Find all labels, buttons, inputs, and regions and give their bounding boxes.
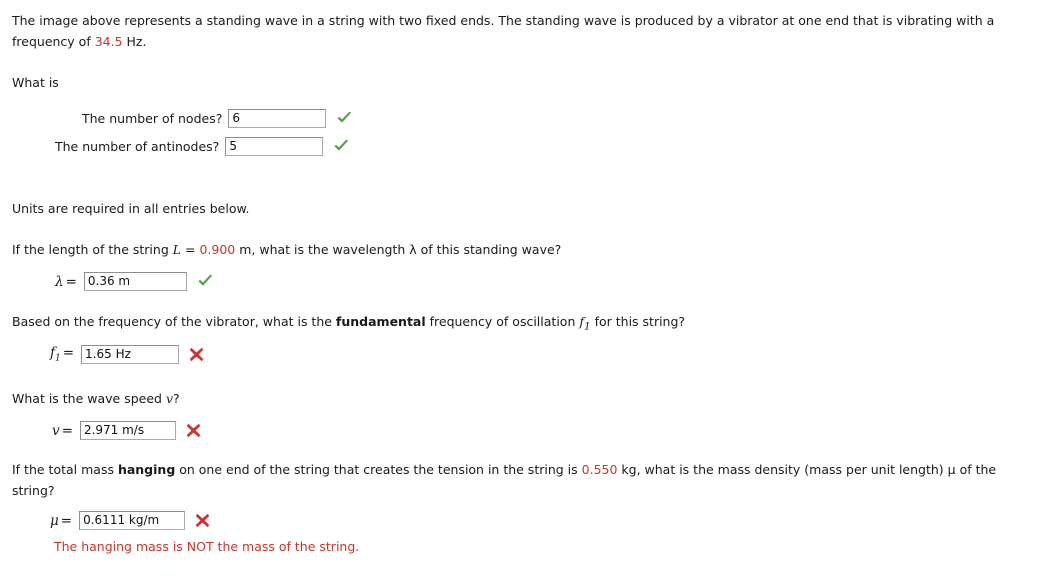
antinodes-input[interactable] xyxy=(225,137,324,156)
mass-density-incorrect-icon xyxy=(195,513,210,528)
wavelength-prompt-part2: m, what is the wavelength λ of this stan… xyxy=(235,242,562,257)
wave-speed-prompt-text: What is the wave speed xyxy=(12,391,166,406)
antinodes-question-row: The number of antinodes? xyxy=(55,137,350,156)
wavelength-equals: = xyxy=(65,273,77,290)
exercise-page: The image above represents a standing wa… xyxy=(0,0,1040,583)
mass-density-symbol-text: μ xyxy=(50,512,59,529)
wave-speed-inline-symbol: v xyxy=(165,391,174,406)
wavelength-symbol: λ = xyxy=(55,274,77,290)
fundamental-symbol: f1 = xyxy=(50,345,74,364)
what-is-label: What is xyxy=(12,75,59,90)
antinodes-correct-icon xyxy=(333,139,350,154)
wavelength-symbol-text: λ xyxy=(55,273,64,290)
fundamental-input[interactable] xyxy=(81,345,180,364)
mass-density-prompt-part2: on one end of the string that creates th… xyxy=(175,462,582,477)
wave-speed-prompt-end: ? xyxy=(173,391,180,406)
wave-speed-input[interactable] xyxy=(79,421,176,440)
wave-speed-incorrect-icon xyxy=(186,423,201,438)
antinodes-label: The number of antinodes? xyxy=(55,139,220,154)
wavelength-prompt: If the length of the string L = 0.900 m,… xyxy=(12,239,561,260)
wavelength-prompt-part1: If the length of the string xyxy=(12,242,173,257)
fundamental-inline-symbol: f1 xyxy=(579,314,590,333)
hanging-mass-value: 0.550 xyxy=(581,462,618,477)
wavelength-input[interactable] xyxy=(83,272,187,291)
intro-text-part1: The image above represents a standing wa… xyxy=(12,13,995,49)
nodes-input[interactable] xyxy=(228,109,327,128)
nodes-question-row: The number of nodes? xyxy=(82,109,353,128)
wave-speed-symbol: v = xyxy=(52,423,73,439)
vibrator-frequency-value: 34.5 xyxy=(94,34,123,49)
fundamental-bold-word: fundamental xyxy=(335,314,426,329)
fundamental-prompt-part2: frequency of oscillation xyxy=(425,314,580,329)
nodes-label: The number of nodes? xyxy=(82,111,223,126)
mass-density-input[interactable] xyxy=(79,511,186,530)
fundamental-prompt-part3: for this string? xyxy=(590,314,686,329)
fundamental-symbol-subscript: 1 xyxy=(55,353,61,364)
nodes-correct-icon xyxy=(336,111,353,126)
mass-density-answer-row: μ = xyxy=(50,511,210,530)
mass-density-equals: = xyxy=(60,512,73,529)
units-notice: Units are required in all entries below. xyxy=(12,201,250,216)
wave-speed-answer-row: v = xyxy=(52,421,201,440)
wave-speed-symbol-text: v xyxy=(52,422,60,439)
fundamental-prompt: Based on the frequency of the vibrator, … xyxy=(12,311,685,338)
mass-density-bold-word: hanging xyxy=(117,462,176,477)
wavelength-prompt-equals: = xyxy=(181,242,200,257)
wavelength-length-symbol: L xyxy=(172,242,182,257)
fundamental-incorrect-icon xyxy=(189,347,204,362)
intro-paragraph: The image above represents a standing wa… xyxy=(12,10,1034,52)
fundamental-inline-subscript: 1 xyxy=(583,320,591,333)
mass-density-prompt-part1: If the total mass xyxy=(12,462,118,477)
mass-density-prompt-part3: kg, what is the mass density (mass per u… xyxy=(617,462,956,477)
mass-density-prompt: If the total mass hanging on one end of … xyxy=(12,459,1034,501)
string-length-value: 0.900 xyxy=(199,242,236,257)
fundamental-equals: = xyxy=(62,345,75,362)
mass-density-symbol: μ = xyxy=(50,513,72,529)
mass-density-error-message: The hanging mass is NOT the mass of the … xyxy=(54,539,360,554)
wavelength-correct-icon xyxy=(197,274,214,289)
wave-speed-equals: = xyxy=(61,422,73,439)
wave-speed-prompt: What is the wave speed v? xyxy=(12,388,180,409)
fundamental-answer-row: f1 = xyxy=(50,345,204,364)
wavelength-answer-row: λ = xyxy=(55,272,214,291)
fundamental-prompt-part1: Based on the frequency of the vibrator, … xyxy=(12,314,336,329)
intro-text-part2: Hz. xyxy=(122,34,147,49)
